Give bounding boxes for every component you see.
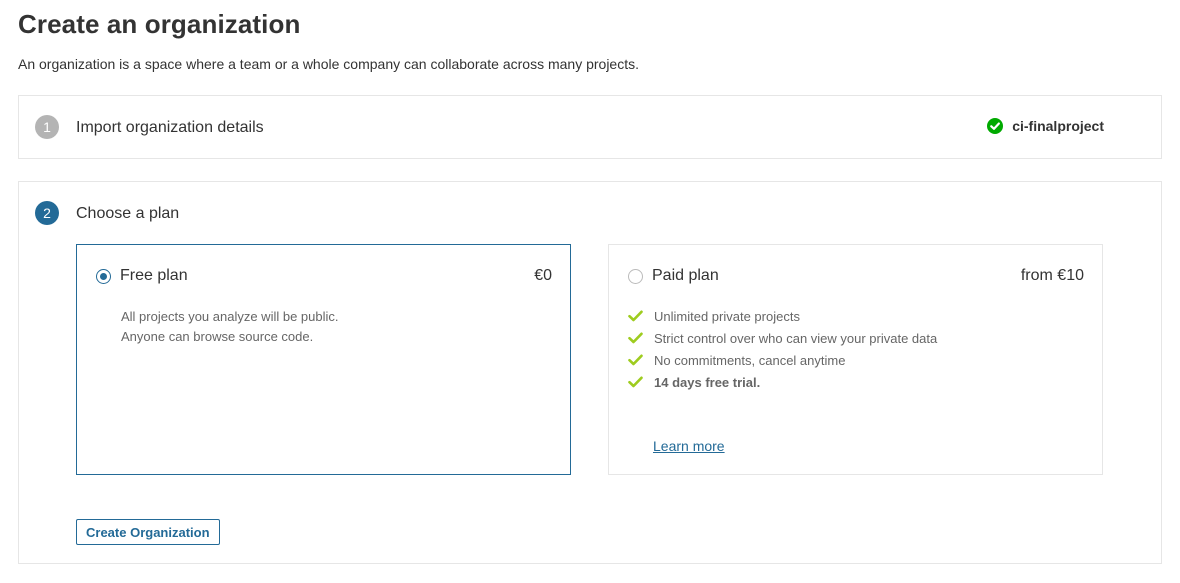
paid-plan-radio[interactable] (628, 269, 643, 284)
feature-label: 14 days free trial. (654, 374, 761, 390)
plan-description-line: All projects you analyze will be public. (121, 309, 339, 324)
feature-label: No commitments, cancel anytime (654, 352, 846, 368)
step-number: 1 (35, 115, 59, 139)
free-plan-card[interactable]: Free plan €0 All projects you analyze wi… (76, 244, 571, 475)
checkmark-icon (628, 354, 643, 366)
plan-description: All projects you analyze will be public.… (121, 307, 339, 347)
feature-item: 14 days free trial. (628, 371, 937, 393)
organization-key: ci-finalproject (1012, 118, 1104, 134)
feature-label: Strict control over who can view your pr… (654, 330, 938, 346)
step-import-details: 1 Import organization details ci-finalpr… (18, 95, 1162, 159)
free-plan-radio[interactable] (96, 269, 111, 284)
feature-item: No commitments, cancel anytime (628, 349, 937, 371)
step-title: Choose a plan (76, 205, 180, 222)
step-number: 2 (35, 201, 59, 225)
feature-item: Unlimited private projects (628, 305, 937, 327)
check-circle-icon (987, 118, 1004, 134)
feature-list: Unlimited private projects Strict contro… (628, 305, 937, 393)
checkmark-icon (628, 310, 643, 322)
page-title: Create an organization (18, 9, 301, 39)
organization-status: ci-finalproject (987, 118, 1104, 134)
page-description: An organization is a space where a team … (18, 56, 639, 72)
plan-price: €0 (534, 267, 552, 284)
create-organization-button[interactable]: Create Organization (76, 519, 220, 545)
checkmark-icon (628, 332, 643, 344)
step-choose-plan: 2 Choose a plan Free plan €0 All project… (18, 181, 1162, 564)
feature-label: Unlimited private projects (654, 308, 800, 324)
learn-more-link[interactable]: Learn more (653, 438, 725, 454)
paid-plan-card[interactable]: Paid plan from €10 Unlimited private pro… (608, 244, 1103, 475)
plan-description-line: Anyone can browse source code. (121, 329, 314, 344)
plan-name: Paid plan (652, 267, 719, 284)
plan-price: from €10 (1020, 267, 1084, 284)
step-title: Import organization details (76, 119, 264, 136)
checkmark-icon (628, 376, 643, 388)
feature-item: Strict control over who can view your pr… (628, 327, 937, 349)
plan-name: Free plan (120, 267, 188, 284)
